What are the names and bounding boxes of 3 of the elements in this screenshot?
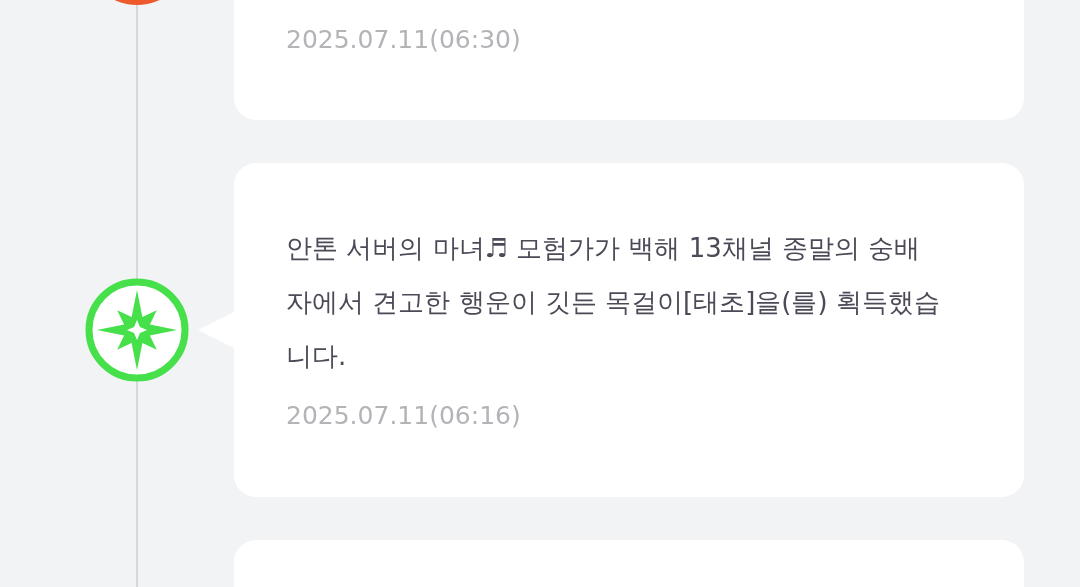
message-text: 안톤 서버의 마녀♬ 모험가가 백해 13채널 종말의 숭배자에서 견고한 행운이 깃든 목걸이[태초]을(를) 획득했습니다. (286, 232, 941, 373)
date-text: 2025.07.11(06:30) (286, 23, 522, 56)
date-text: 2025.07.11(06:16) (286, 400, 522, 432)
